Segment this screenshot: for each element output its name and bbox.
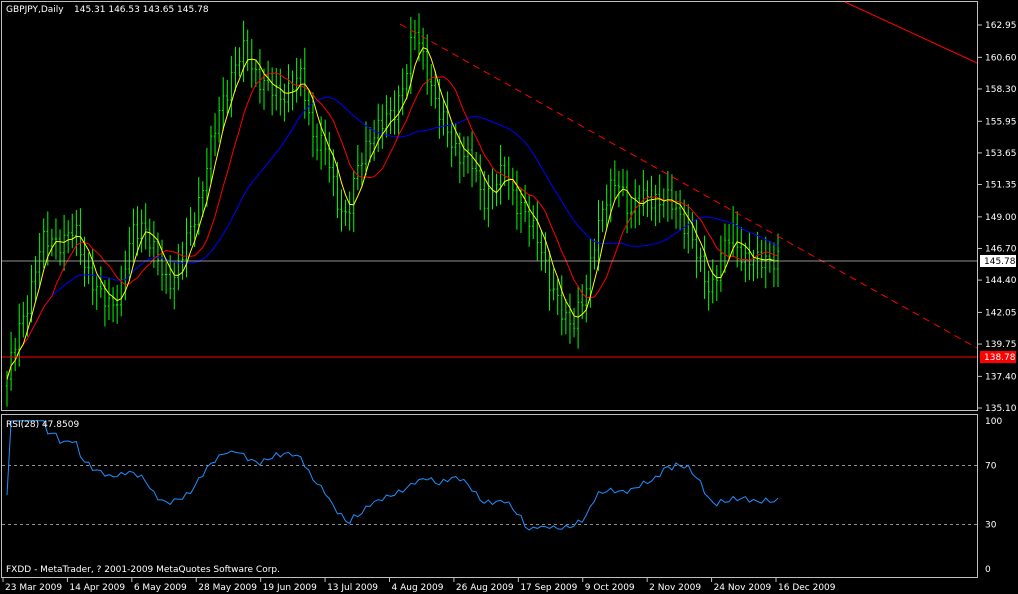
copyright-text: FXDD - MetaTrader, ? 2001-2009 MetaQuote… [6, 565, 280, 575]
rsi-tick-label: 0 [985, 565, 991, 575]
date-tick-label: 13 Jul 2009 [327, 583, 378, 593]
rsi-line [6, 420, 779, 531]
ma-fast-line [6, 46, 779, 380]
svg-text:138.78: 138.78 [984, 353, 1016, 363]
price-axis: 162.95 160.60 158.30 155.95 153.65 151.35 149.… [2, 21, 1017, 593]
price-tick-label: 153.65 [985, 149, 1017, 159]
date-tick-label: 24 Nov 2009 [714, 583, 772, 593]
date-tick-label: 26 Aug 2009 [456, 583, 514, 593]
date-tick-label: 19 Jun 2009 [263, 583, 317, 593]
chart-symbol: GBPJPY,Daily [6, 5, 64, 15]
gbpjpy-chart[interactable]: 162.95 160.60 158.30 155.95 153.65 151.35 149.… [0, 0, 1018, 594]
rsi-axis: 100 70 30 0 [2, 417, 1002, 575]
price-tick-label: 151.35 [985, 181, 1017, 191]
price-tick-label: 135.10 [985, 404, 1017, 414]
chart-ohlc: 145.31 146.53 143.65 145.78 [74, 5, 209, 15]
rsi-tick-label: 100 [985, 417, 1002, 427]
date-tick-label: 9 Oct 2009 [585, 583, 635, 593]
rsi-tick-label: 30 [985, 521, 997, 531]
svg-text:145.78: 145.78 [984, 257, 1016, 267]
price-tick-label: 144.40 [985, 276, 1017, 286]
price-tick-label: 139.75 [985, 340, 1017, 350]
price-tick-label: 142.05 [985, 308, 1017, 318]
date-tick-label: 17 Sep 2009 [520, 583, 577, 593]
date-tick-label: 16 Dec 2009 [778, 583, 836, 593]
date-tick-label: 6 May 2009 [134, 583, 187, 593]
price-tick-label: 137.40 [985, 372, 1017, 382]
rsi-tick-label: 70 [985, 461, 997, 471]
date-tick-label: 23 Mar 2009 [5, 583, 62, 593]
rsi-panel-frame [1, 414, 978, 578]
date-tick-label: 2 Nov 2009 [649, 583, 701, 593]
date-tick-label: 14 Apr 2009 [69, 583, 125, 593]
candle-series [5, 13, 780, 407]
date-tick-label: 28 May 2009 [198, 583, 257, 593]
ma-mid-line [6, 72, 779, 380]
support-price-tag: 138.78 [980, 351, 1016, 363]
upper-trend-line[interactable] [844, 1, 978, 64]
price-tick-label: 158.30 [985, 85, 1017, 95]
price-tick-label: 162.95 [985, 21, 1017, 31]
price-tick-label: 146.70 [985, 244, 1017, 254]
rsi-label: RSI(28) 47.8509 [6, 420, 79, 430]
descending-trend-line[interactable] [399, 23, 978, 349]
current-price-tag: 145.78 [980, 255, 1016, 267]
price-tick-label: 149.00 [985, 213, 1017, 223]
price-tick-label: 155.95 [985, 117, 1017, 127]
price-tick-label: 160.60 [985, 53, 1017, 63]
price-panel-frame [1, 1, 978, 411]
ma-slow-line [6, 96, 779, 380]
date-tick-label: 4 Aug 2009 [392, 583, 444, 593]
